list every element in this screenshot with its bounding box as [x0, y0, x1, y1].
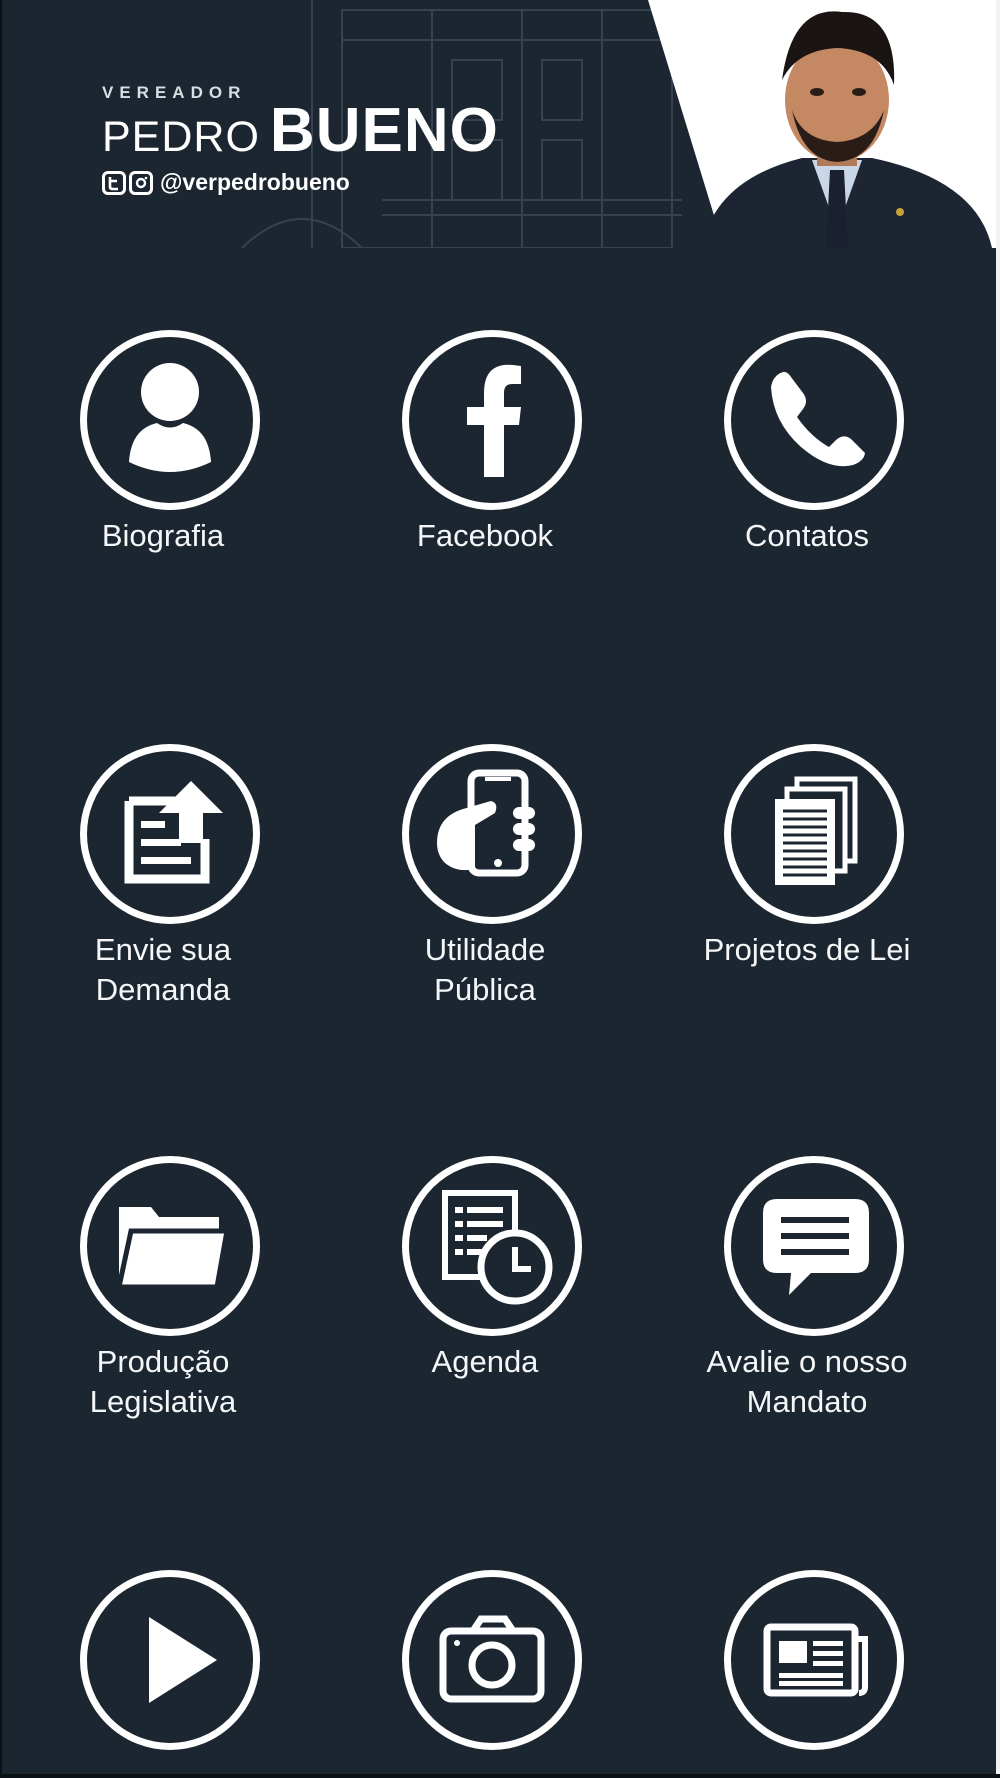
menu-item-label: Contatos	[744, 518, 870, 553]
calendar-clock-icon	[442, 1190, 553, 1305]
menu-item-circle	[724, 1156, 904, 1336]
menu-item-circle	[724, 744, 904, 924]
menu-item-circle	[402, 1570, 582, 1750]
person-icon	[129, 363, 211, 472]
menu-item-videos[interactable]	[2, 1570, 324, 1760]
menu-item-circle	[80, 1570, 260, 1750]
menu-item-label-line2: Legislativa	[89, 1384, 237, 1419]
menu-item-label-line1: Produção	[96, 1344, 230, 1379]
menu-item-label: Agenda	[431, 1344, 539, 1379]
menu-item-circle	[402, 330, 582, 510]
menu-item-circle	[80, 1156, 260, 1336]
menu-item-producao-legislativa[interactable]: Produção Legislativa	[2, 1156, 324, 1426]
menu-item-circle	[724, 1570, 904, 1750]
menu-item-label: Facebook	[416, 518, 554, 553]
menu-item-fotos[interactable]	[324, 1570, 646, 1760]
twitter-icon	[102, 170, 126, 195]
menu-item-label-line1: Avalie o nosso	[706, 1344, 908, 1379]
menu-item-utilidade-publica[interactable]: Utilidade Pública	[324, 744, 646, 1014]
instagram-icon	[129, 170, 153, 195]
upload-document-icon	[124, 781, 223, 884]
header-banner: VEREADOR PEDRO BUENO @verpedrobueno	[2, 0, 996, 248]
camera-icon	[439, 1615, 545, 1703]
name-last: BUENO	[269, 96, 499, 165]
name-first: PEDRO	[102, 113, 260, 161]
menu-item-label-line1: Envie sua	[94, 932, 232, 967]
hand-smartphone-icon	[437, 769, 535, 877]
folder-icon	[115, 1207, 230, 1290]
menu-item-label: Projetos de Lei	[703, 932, 911, 967]
documents-stack-icon	[775, 776, 858, 885]
play-icon	[149, 1617, 217, 1703]
facebook-icon	[467, 364, 521, 477]
right-border	[996, 0, 1000, 1778]
phone-icon	[771, 371, 865, 467]
menu-item-circle	[402, 1156, 582, 1336]
menu-item-agenda[interactable]: Agenda	[324, 1156, 646, 1426]
menu-item-envie-sua-demanda[interactable]: Envie sua Demanda	[2, 744, 324, 1014]
chat-bubble-icon	[763, 1199, 869, 1295]
social-handle-row[interactable]: @verpedrobueno	[102, 169, 499, 196]
newspaper-icon	[763, 1623, 868, 1697]
menu-item-label-line2: Mandato	[746, 1384, 868, 1419]
menu-item-circle	[80, 744, 260, 924]
menu-item-noticias[interactable]	[646, 1570, 968, 1760]
menu-item-label: Biografia	[101, 518, 225, 553]
brand-block: VEREADOR PEDRO BUENO @verpedrobueno	[102, 84, 499, 196]
menu-item-circle	[402, 744, 582, 924]
menu-item-facebook[interactable]: Facebook	[324, 330, 646, 560]
menu-item-circle	[80, 330, 260, 510]
bottom-border	[0, 1774, 1000, 1778]
social-handle-text: @verpedrobueno	[160, 169, 350, 195]
menu-item-avalie-o-nosso-mandato[interactable]: Avalie o nosso Mandato	[646, 1156, 968, 1426]
menu-item-projetos-de-lei[interactable]: Projetos de Lei	[646, 744, 968, 1014]
menu-item-biografia[interactable]: Biografia	[2, 330, 324, 560]
menu-item-label-line2: Pública	[434, 972, 536, 1007]
menu-item-contatos[interactable]: Contatos	[646, 330, 968, 560]
menu-item-label-line1: Utilidade	[424, 932, 546, 967]
menu-item-label-line2: Demanda	[95, 972, 231, 1007]
menu-item-circle	[724, 330, 904, 510]
